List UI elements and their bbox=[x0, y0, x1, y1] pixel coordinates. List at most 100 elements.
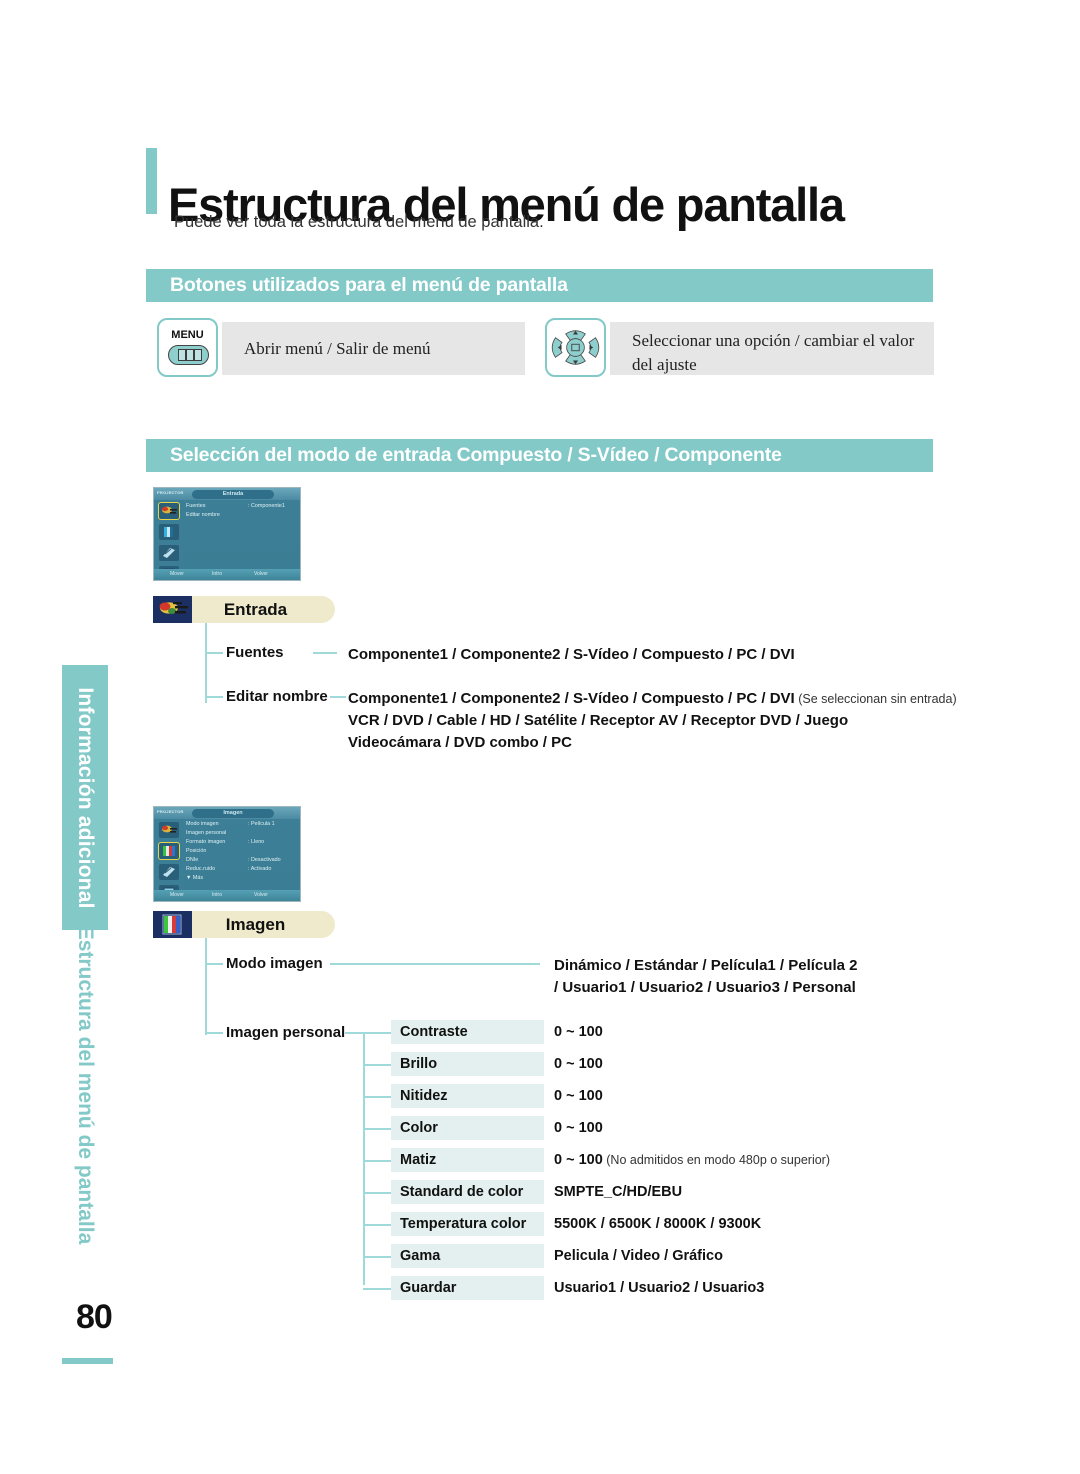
osd-footer-return: Volver bbox=[254, 571, 268, 577]
page-subtitle: Puede ver toda la estructura del menú de… bbox=[174, 213, 544, 231]
tree-connector bbox=[205, 623, 207, 703]
tree-connector bbox=[205, 938, 207, 1035]
tree-value-line: Videocámara / DVD combo / PC bbox=[348, 734, 572, 752]
osd-screenshot-entrada: PROJECTOR Entrada Fuentes : Componente1 … bbox=[153, 487, 301, 581]
tree-connector bbox=[205, 696, 223, 698]
tree-connector bbox=[363, 1064, 391, 1066]
osd-row-label: DNIe bbox=[186, 857, 199, 863]
tree-connector bbox=[313, 652, 337, 654]
osd-icon-setup bbox=[159, 864, 179, 880]
menu-button-description: Abrir menú / Salir de menú bbox=[222, 322, 525, 375]
row-value-color: 0 ~ 100 bbox=[554, 1120, 603, 1136]
menu-button-pill bbox=[168, 345, 209, 365]
tree-connector bbox=[345, 1032, 365, 1034]
osd-icon-setup bbox=[159, 545, 179, 561]
tree-connector bbox=[330, 963, 540, 965]
dpad-button-icon bbox=[545, 318, 606, 377]
osd-icon-input bbox=[158, 502, 180, 520]
osd-icon-picture bbox=[159, 524, 179, 540]
row-label-gama: Gama bbox=[391, 1244, 544, 1268]
osd-row-value: : Componente1 bbox=[248, 503, 285, 509]
row-value-brillo: 0 ~ 100 bbox=[554, 1056, 603, 1072]
row-label-brillo: Brillo bbox=[391, 1052, 544, 1076]
input-connector-icon bbox=[153, 596, 192, 623]
osd-row: Fuentes : Componente1 ▶ bbox=[186, 502, 298, 511]
row-value-matiz: 0 ~ 100 (No admitidos en modo 480p o sup… bbox=[554, 1152, 831, 1168]
tree-connector bbox=[205, 1032, 223, 1034]
osd-menu-rows: Modo imagen : Película 1 ▶ Imagen person… bbox=[186, 820, 298, 883]
tree-connector bbox=[363, 1160, 391, 1162]
osd-footer-move: Mover bbox=[170, 892, 184, 898]
tree-connector bbox=[330, 696, 346, 698]
osd-tab-title: Imagen bbox=[192, 808, 274, 818]
osd-icon-input bbox=[159, 822, 179, 838]
sidebar-section-tab: Información adicional bbox=[62, 665, 108, 930]
tree-connector bbox=[363, 1192, 391, 1194]
row-value-temperatura-color: 5500K / 6500K / 8000K / 9300K bbox=[554, 1216, 762, 1232]
tree-node-modo-imagen: Modo imagen bbox=[226, 955, 323, 972]
row-value-standard-de-color: SMPTE_C/HD/EBU bbox=[554, 1184, 683, 1200]
osd-footer-enter: Intro bbox=[212, 571, 223, 577]
osd-row-label-more: ▼ Más bbox=[186, 875, 204, 881]
tree-value-modo-imagen: Dinámico / Estándar / Película1 / Pelícu… bbox=[554, 955, 857, 999]
row-label-standard-de-color: Standard de color bbox=[391, 1180, 544, 1204]
page-number: 80 bbox=[76, 1298, 113, 1336]
row-label-color: Color bbox=[391, 1116, 544, 1140]
tree-connector bbox=[205, 652, 223, 654]
osd-icon-rail bbox=[154, 500, 184, 580]
tree-connector bbox=[363, 1256, 391, 1258]
osd-row: Modo imagen : Película 1 ▶ bbox=[186, 820, 298, 829]
tree-value-line: VCR / DVD / Cable / HD / Satélite / Rece… bbox=[348, 712, 849, 730]
osd-icon-rail bbox=[154, 819, 184, 901]
osd-icon-picture bbox=[158, 842, 180, 860]
osd-footer-move: Mover bbox=[170, 571, 184, 577]
osd-footer: Mover Intro Volver bbox=[154, 890, 300, 901]
sidebar-subsection-label: Estructura del menú de pantalla bbox=[74, 925, 97, 1245]
osd-row-value: : Desactivado bbox=[248, 857, 281, 863]
osd-row-label: Modo imagen bbox=[186, 821, 219, 827]
row-label-guardar: Guardar bbox=[391, 1276, 544, 1300]
osd-row-label: Fuentes bbox=[186, 503, 206, 509]
osd-row-value: : Película 1 bbox=[248, 821, 275, 827]
dpad-button-description: Seleccionar una opción / cambiar el valo… bbox=[610, 322, 934, 375]
sidebar-subsection-tab: Estructura del menú de pantalla bbox=[62, 926, 108, 1245]
row-label-matiz: Matiz bbox=[391, 1148, 544, 1172]
page-number-rule bbox=[62, 1358, 113, 1364]
row-value-nitidez: 0 ~ 100 bbox=[554, 1088, 603, 1104]
osd-row: Editar nombre ▶ bbox=[186, 511, 298, 520]
row-value-gama: Pelicula / Video / Gráfico bbox=[554, 1248, 723, 1264]
section-header-input-mode: Selección del modo de entrada Compuesto … bbox=[146, 439, 933, 472]
osd-brand-label: PROJECTOR bbox=[157, 809, 184, 814]
row-label-nitidez: Nitidez bbox=[391, 1084, 544, 1108]
osd-row-value: : Lleno bbox=[248, 839, 265, 845]
menu-badge-imagen-label: Imagen bbox=[192, 911, 335, 938]
osd-row: Posición ▶ bbox=[186, 847, 298, 856]
tree-value-line: Dinámico / Estándar / Película1 / Pelícu… bbox=[554, 957, 858, 974]
osd-footer-enter: Intro bbox=[212, 892, 223, 898]
tree-node-imagen-personal: Imagen personal bbox=[226, 1024, 346, 1041]
row-label-contraste: Contraste bbox=[391, 1020, 544, 1044]
sidebar-section-tab-label: Información adicional bbox=[74, 686, 97, 909]
osd-row: Formato imagen : Lleno ▶ bbox=[186, 838, 298, 847]
osd-menu-rows: Fuentes : Componente1 ▶ Editar nombre ▶ bbox=[186, 502, 298, 520]
tree-value-line: Componente1 / Componente2 / S-Vídeo / Co… bbox=[348, 690, 957, 707]
osd-row: Imagen personal ▶ bbox=[186, 829, 298, 838]
tree-connector bbox=[363, 1032, 391, 1034]
tree-connector bbox=[363, 1224, 391, 1226]
osd-row: Reduc.ruido : Activado ▶ bbox=[186, 865, 298, 874]
osd-row-label: Formato imagen bbox=[186, 839, 226, 845]
tree-node-editar-nombre: Editar nombre bbox=[226, 688, 328, 705]
tree-connector-spine bbox=[363, 1032, 365, 1285]
tree-connector bbox=[205, 963, 223, 965]
menu-button-label: MENU bbox=[171, 329, 204, 341]
tree-connector bbox=[363, 1128, 391, 1130]
osd-row-label: Posición bbox=[186, 848, 207, 854]
osd-row: DNIe : Desactivado ▶ bbox=[186, 856, 298, 865]
osd-row: ▼ Más bbox=[186, 874, 298, 883]
row-value-guardar: Usuario1 / Usuario2 / Usuario3 bbox=[554, 1280, 765, 1296]
osd-row-value: : Activado bbox=[248, 866, 272, 872]
row-label-temperatura-color: Temperatura color bbox=[391, 1212, 544, 1236]
tree-node-fuentes: Fuentes bbox=[226, 644, 284, 661]
tree-value-line: / Usuario1 / Usuario2 / Usuario3 / Perso… bbox=[554, 979, 856, 997]
osd-footer-return: Volver bbox=[254, 892, 268, 898]
